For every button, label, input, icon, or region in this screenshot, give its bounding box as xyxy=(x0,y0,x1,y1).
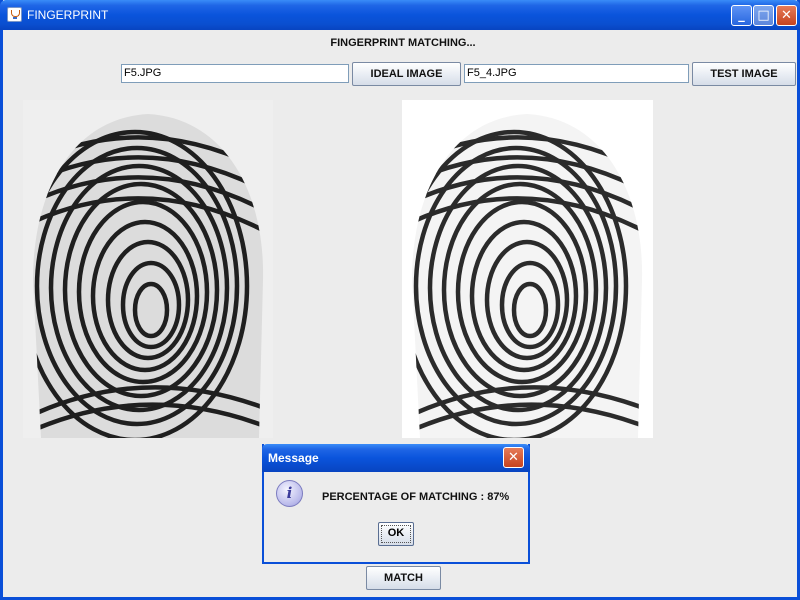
dialog-title-bar[interactable]: Message ✕ xyxy=(262,444,530,472)
info-icon: i xyxy=(276,480,303,507)
dialog-message: PERCENTAGE OF MATCHING : 87% xyxy=(322,491,510,503)
test-fingerprint-image xyxy=(402,100,653,438)
java-app-icon[interactable] xyxy=(7,7,22,22)
message-dialog: Message ✕ i PERCENTAGE OF MATCHING : 87%… xyxy=(262,444,530,564)
ideal-image-button[interactable]: IDEAL IMAGE xyxy=(352,62,461,86)
page-heading: FINGERPRINT MATCHING... xyxy=(330,37,476,49)
ok-button[interactable]: OK xyxy=(378,522,414,546)
ideal-image-path-field[interactable]: F5.JPG xyxy=(121,64,349,83)
window-title: FINGERPRINT xyxy=(27,8,109,22)
test-image-path-field[interactable]: F5_4.JPG xyxy=(464,64,689,83)
match-button[interactable]: MATCH xyxy=(366,566,441,590)
minimize-button[interactable]: _ xyxy=(731,5,752,26)
maximize-button[interactable]: □ xyxy=(753,5,774,26)
test-image-button[interactable]: TEST IMAGE xyxy=(692,62,796,86)
dialog-close-button[interactable]: ✕ xyxy=(503,447,524,468)
title-bar[interactable]: FINGERPRINT _ □ ✕ xyxy=(0,0,800,30)
ideal-fingerprint-image xyxy=(23,100,273,438)
close-button[interactable]: ✕ xyxy=(776,5,797,26)
dialog-title: Message xyxy=(268,451,319,465)
